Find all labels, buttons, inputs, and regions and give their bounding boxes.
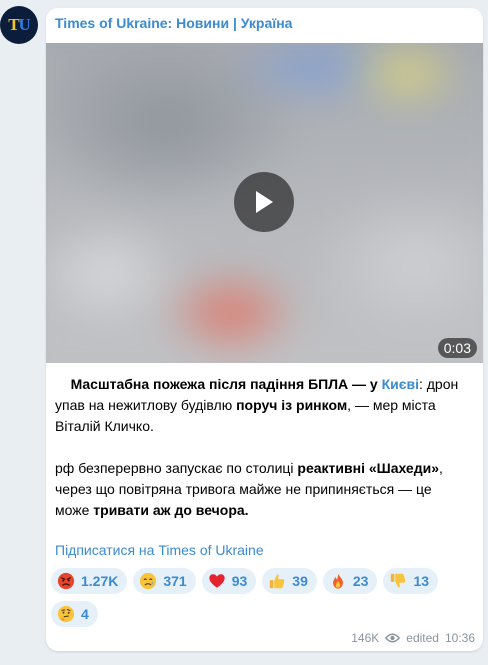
thumbs-down-icon	[391, 573, 406, 588]
text-plain: рф безперервно запускає по столиці	[55, 460, 298, 476]
edited-label: edited	[406, 631, 439, 645]
message-bubble: Times of Ukraine: Новини | Україна 0:03 …	[46, 8, 483, 651]
text-bold: реактивні «Шахеди»	[297, 460, 439, 476]
paragraph-1: Масштабна пожежа після падіння БПЛА — у …	[55, 374, 465, 437]
view-count: 146K	[351, 631, 380, 645]
reaction-thumbs-up[interactable]: 39	[262, 568, 317, 594]
reaction-count: 93	[231, 573, 248, 589]
subscribe-link[interactable]: Підписатися на Times of Ukraine	[55, 542, 264, 558]
text-bold: тривати аж до вечора.	[93, 502, 249, 518]
reaction-count: 13	[413, 573, 430, 589]
reaction-count: 23	[352, 573, 369, 589]
play-button[interactable]	[234, 172, 294, 232]
reaction-count: 4	[81, 606, 89, 622]
message-time: 10:36	[444, 631, 475, 645]
reaction-heart[interactable]: 93	[201, 568, 257, 594]
reaction-count: 39	[292, 573, 308, 589]
video-duration: 0:03	[437, 338, 477, 358]
paragraph-2: рф безперервно запускає по столиці реакт…	[55, 458, 465, 521]
eye-icon	[385, 633, 401, 643]
reactions-bar: 1.27K 371 93 39 23 13 4	[51, 568, 471, 627]
reaction-fire[interactable]: 23	[322, 568, 378, 594]
reaction-angry[interactable]: 1.27K	[51, 568, 128, 594]
hashtag-link[interactable]: Києві	[382, 376, 419, 392]
text-bold: поруч із ринком	[236, 397, 348, 413]
red-heart-icon	[209, 574, 225, 588]
message-meta: 146K edited 10:36	[351, 631, 475, 645]
video-player[interactable]: 0:03	[46, 43, 483, 363]
angry-face-icon	[57, 572, 75, 590]
thinking-face-icon	[57, 605, 75, 623]
text-bold: Масштабна пожежа після падіння БПЛА — у	[70, 376, 382, 392]
reaction-thinking[interactable]: 4	[51, 601, 98, 627]
play-icon	[256, 191, 273, 213]
reaction-count: 1.27K	[81, 573, 119, 589]
message-text: Масштабна пожежа після падіння БПЛА — у …	[55, 374, 465, 521]
fire-icon	[332, 573, 343, 589]
thumbs-up-icon	[270, 574, 285, 589]
crying-face-icon	[140, 572, 157, 590]
reaction-count: 371	[163, 573, 187, 589]
avatar-letter-t: T	[8, 15, 19, 34]
channel-avatar[interactable]: TU	[0, 6, 38, 44]
reaction-thumbs-down[interactable]: 13	[383, 568, 439, 594]
channel-name[interactable]: Times of Ukraine: Новини | Україна	[55, 15, 292, 31]
reaction-crying[interactable]: 371	[133, 568, 196, 594]
avatar-letter-u: U	[18, 15, 31, 34]
